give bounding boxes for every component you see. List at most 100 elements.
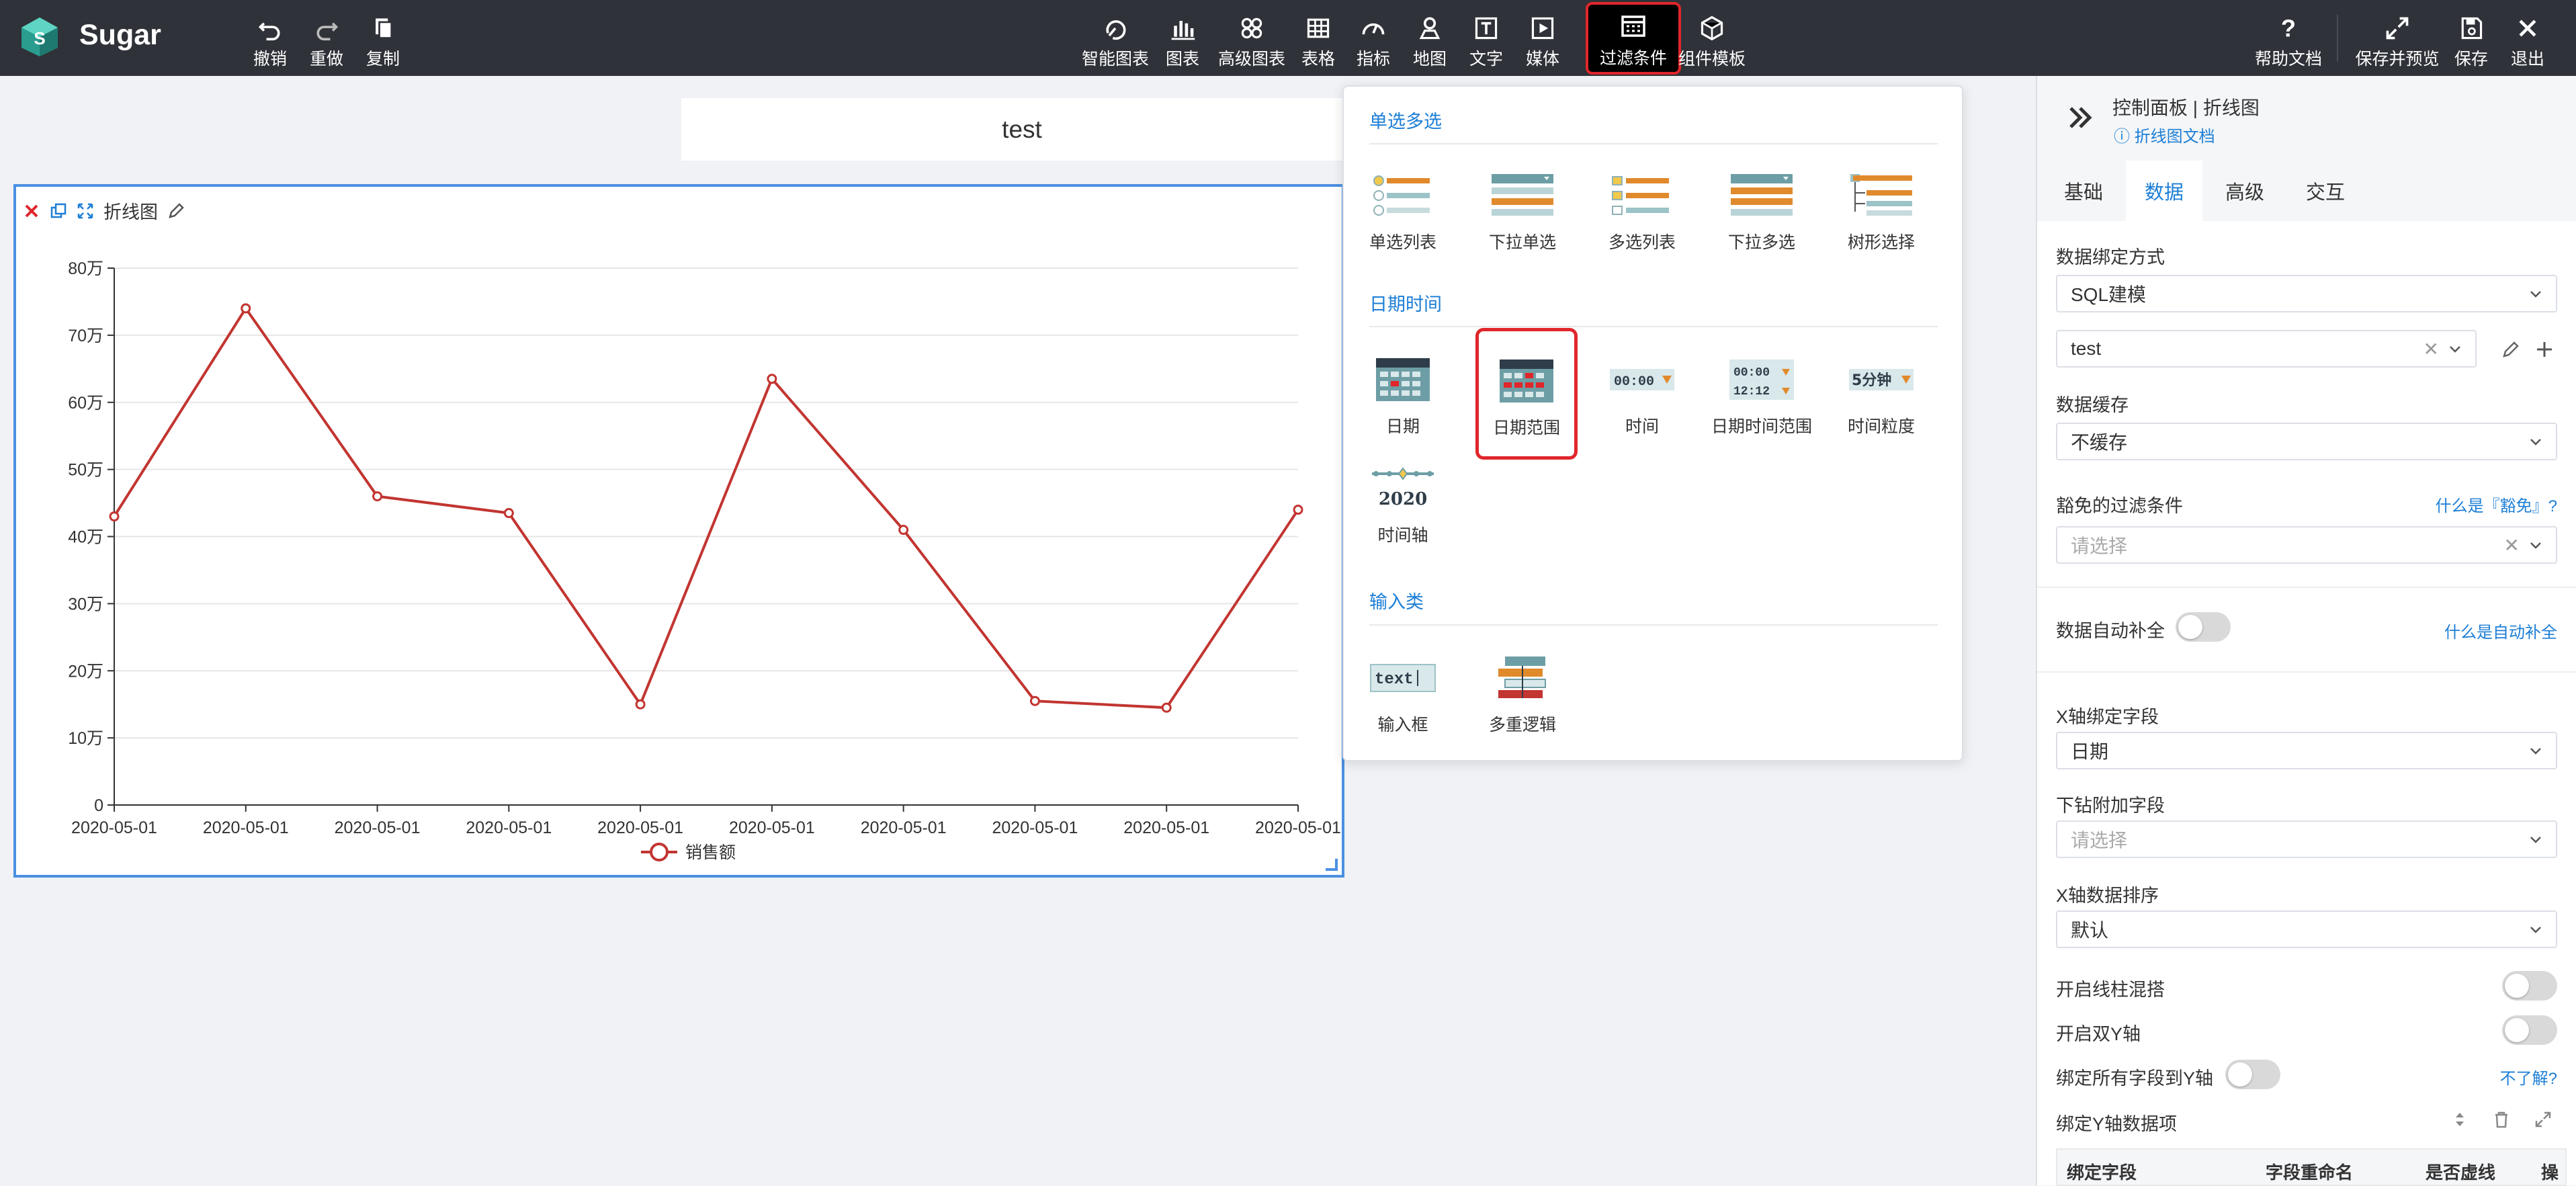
add-plus-icon[interactable] bbox=[2534, 339, 2554, 359]
option-timeline[interactable]: 2020 时间轴 bbox=[1356, 459, 1450, 560]
section-divider bbox=[1369, 143, 1938, 144]
collapse-double-chevron-icon[interactable] bbox=[2065, 103, 2095, 132]
option-dropdown-multi[interactable]: 下拉多选 bbox=[1715, 166, 1809, 267]
exit-button[interactable]: 退出 bbox=[2507, 8, 2548, 70]
advanced-chart-button[interactable]: 高级图表 bbox=[1215, 8, 1289, 70]
cube-icon bbox=[1701, 15, 1723, 41]
component-template-button[interactable]: 组件模板 bbox=[1678, 8, 1746, 70]
gauge-icon bbox=[1362, 23, 1385, 35]
autofill-help-link[interactable]: 什么是自动补全 bbox=[2444, 619, 2557, 642]
cache-select[interactable]: 不缓存 bbox=[2056, 423, 2557, 460]
text-icon bbox=[1475, 17, 1498, 40]
series-line bbox=[113, 306, 1299, 710]
y-tick-label: 50万 bbox=[68, 461, 103, 480]
section-divider bbox=[2037, 587, 2576, 588]
chevron-down-icon bbox=[2530, 542, 2541, 549]
chart-button[interactable]: 图表 bbox=[1162, 8, 1203, 70]
option-multi-logic[interactable]: 多重逻辑 bbox=[1475, 648, 1570, 749]
chevron-down-icon bbox=[2530, 837, 2541, 843]
clear-icon[interactable]: ✕ bbox=[2504, 534, 2520, 556]
save-button[interactable]: 保存 bbox=[2451, 8, 2491, 70]
option-tree-select[interactable]: 树形选择 bbox=[1834, 166, 1928, 267]
data-point bbox=[241, 303, 251, 314]
option-date[interactable]: 日期 bbox=[1356, 350, 1450, 451]
option-dropdown-single[interactable]: 下拉单选 bbox=[1475, 166, 1570, 267]
clear-icon[interactable]: ✕ bbox=[2423, 338, 2439, 360]
calendar-icon bbox=[1376, 358, 1430, 401]
option-datetime-range[interactable]: 00:00 12:12 日期时间范围 bbox=[1711, 350, 1812, 451]
filter-button[interactable]: 过滤条件 bbox=[1586, 2, 1681, 75]
cache-label: 数据缓存 bbox=[2056, 395, 2129, 415]
edit-pencil-icon[interactable] bbox=[2501, 339, 2521, 359]
text-button[interactable]: 文字 bbox=[1466, 8, 1506, 70]
data-point bbox=[1161, 702, 1172, 713]
datetime-range-icon: 00:00 12:12 bbox=[1729, 359, 1794, 400]
delete-icon[interactable] bbox=[23, 202, 40, 220]
control-panel: 控制面板 | 折线图 ⓘ 折线图文档 基础 数据 高级 交互 数据绑定方式 SQ… bbox=[2036, 76, 2576, 1186]
sql-model-select[interactable]: test ✕ bbox=[2056, 330, 2477, 368]
metric-button[interactable]: 指标 bbox=[1353, 8, 1393, 70]
drill-field-select[interactable]: 请选择 bbox=[2056, 820, 2557, 858]
option-time[interactable]: 00:00 时间 bbox=[1595, 350, 1689, 451]
duplicate-icon[interactable] bbox=[50, 202, 67, 220]
map-button[interactable]: 地图 bbox=[1410, 8, 1450, 70]
option-multi-list[interactable]: 多选列表 bbox=[1595, 166, 1689, 267]
table-icon bbox=[1307, 18, 1330, 38]
x-tick-label: 2020-05-01 bbox=[597, 818, 683, 837]
undo-icon bbox=[258, 22, 280, 41]
x-tick-label: 2020-05-01 bbox=[203, 818, 289, 837]
x-tick-label: 2020-05-01 bbox=[335, 818, 421, 837]
redo-icon bbox=[316, 22, 339, 41]
bind-all-y-toggle[interactable] bbox=[2225, 1060, 2280, 1089]
tab-advanced[interactable]: 高级 bbox=[2206, 161, 2283, 221]
sort-icon[interactable] bbox=[2450, 1109, 2470, 1130]
y-tick-label: 20万 bbox=[68, 662, 103, 681]
edit-pencil-icon[interactable] bbox=[167, 202, 185, 220]
option-time-granularity[interactable]: 5分钟 时间粒度 bbox=[1834, 350, 1928, 451]
dual-y-toggle[interactable] bbox=[2502, 1015, 2557, 1045]
table-button[interactable]: 表格 bbox=[1298, 8, 1338, 70]
save-preview-button[interactable]: 保存并预览 bbox=[2356, 8, 2440, 70]
bind-all-help-link[interactable]: 不了解? bbox=[2500, 1065, 2557, 1089]
svg-text:2020: 2020 bbox=[1379, 489, 1427, 509]
y-items-table-header: 绑定字段 字段重命名 是否虚线 操 bbox=[2056, 1148, 2567, 1186]
media-button[interactable]: 媒体 bbox=[1522, 8, 1563, 70]
fullscreen-icon[interactable] bbox=[77, 202, 94, 220]
tab-interaction[interactable]: 交互 bbox=[2287, 161, 2364, 221]
binding-mode-select[interactable]: SQL建模 bbox=[2056, 275, 2557, 312]
expand-icon[interactable] bbox=[2533, 1109, 2553, 1130]
exempt-help-link[interactable]: 什么是『豁免』? bbox=[2436, 493, 2557, 516]
chevron-down-icon bbox=[2450, 346, 2460, 353]
smart-chart-button[interactable]: 智能图表 bbox=[1082, 8, 1149, 70]
resize-handle[interactable] bbox=[1326, 859, 1338, 871]
y-tick-label: 60万 bbox=[68, 394, 103, 413]
tab-basic[interactable]: 基础 bbox=[2045, 161, 2122, 221]
timeline-icon: 2020 bbox=[1372, 467, 1434, 509]
line-chart-doc-link[interactable]: ⓘ 折线图文档 bbox=[2114, 123, 2215, 146]
undo-button[interactable]: 撤销 bbox=[250, 8, 290, 70]
option-single-list[interactable]: 单选列表 bbox=[1356, 166, 1450, 267]
chevron-down-icon bbox=[2530, 439, 2541, 446]
copy-button[interactable]: 复制 bbox=[363, 8, 403, 70]
x-field-select[interactable]: 日期 bbox=[2056, 732, 2557, 769]
redo-button[interactable]: 重做 bbox=[306, 8, 347, 70]
close-icon bbox=[2519, 19, 2536, 37]
data-point bbox=[503, 508, 514, 519]
line-bar-mix-toggle[interactable] bbox=[2502, 971, 2557, 1001]
option-input-box[interactable]: text 输入框 bbox=[1356, 648, 1450, 749]
top-toolbar: S Sugar 撤销 重做 复制 智能图表 图表 高级图表 表格 指标 地图 文… bbox=[0, 0, 2576, 76]
binding-mode-label: 数据绑定方式 bbox=[2056, 247, 2165, 267]
x-sort-select[interactable]: 默认 bbox=[2056, 910, 2557, 948]
trash-icon[interactable] bbox=[2491, 1109, 2511, 1130]
line-chart-widget[interactable]: 0 10万 20万 30万 40万 50万 60万 70万 80万 2020-05-01 2020-… bbox=[13, 184, 1344, 878]
section-divider bbox=[1369, 624, 1938, 626]
legend-label: 销售额 bbox=[685, 843, 736, 862]
exempt-filter-select[interactable]: 请选择 ✕ bbox=[2056, 526, 2557, 564]
option-date-range[interactable]: 日期范围 bbox=[1475, 328, 1578, 460]
help-docs-button[interactable]: ? 帮助文档 bbox=[2255, 8, 2322, 70]
dashboard-title[interactable]: test bbox=[681, 98, 1363, 161]
section-divider bbox=[1369, 326, 1938, 327]
map-pin-icon bbox=[1419, 17, 1441, 40]
tab-data[interactable]: 数据 bbox=[2126, 161, 2203, 221]
autofill-toggle[interactable] bbox=[2176, 612, 2231, 642]
